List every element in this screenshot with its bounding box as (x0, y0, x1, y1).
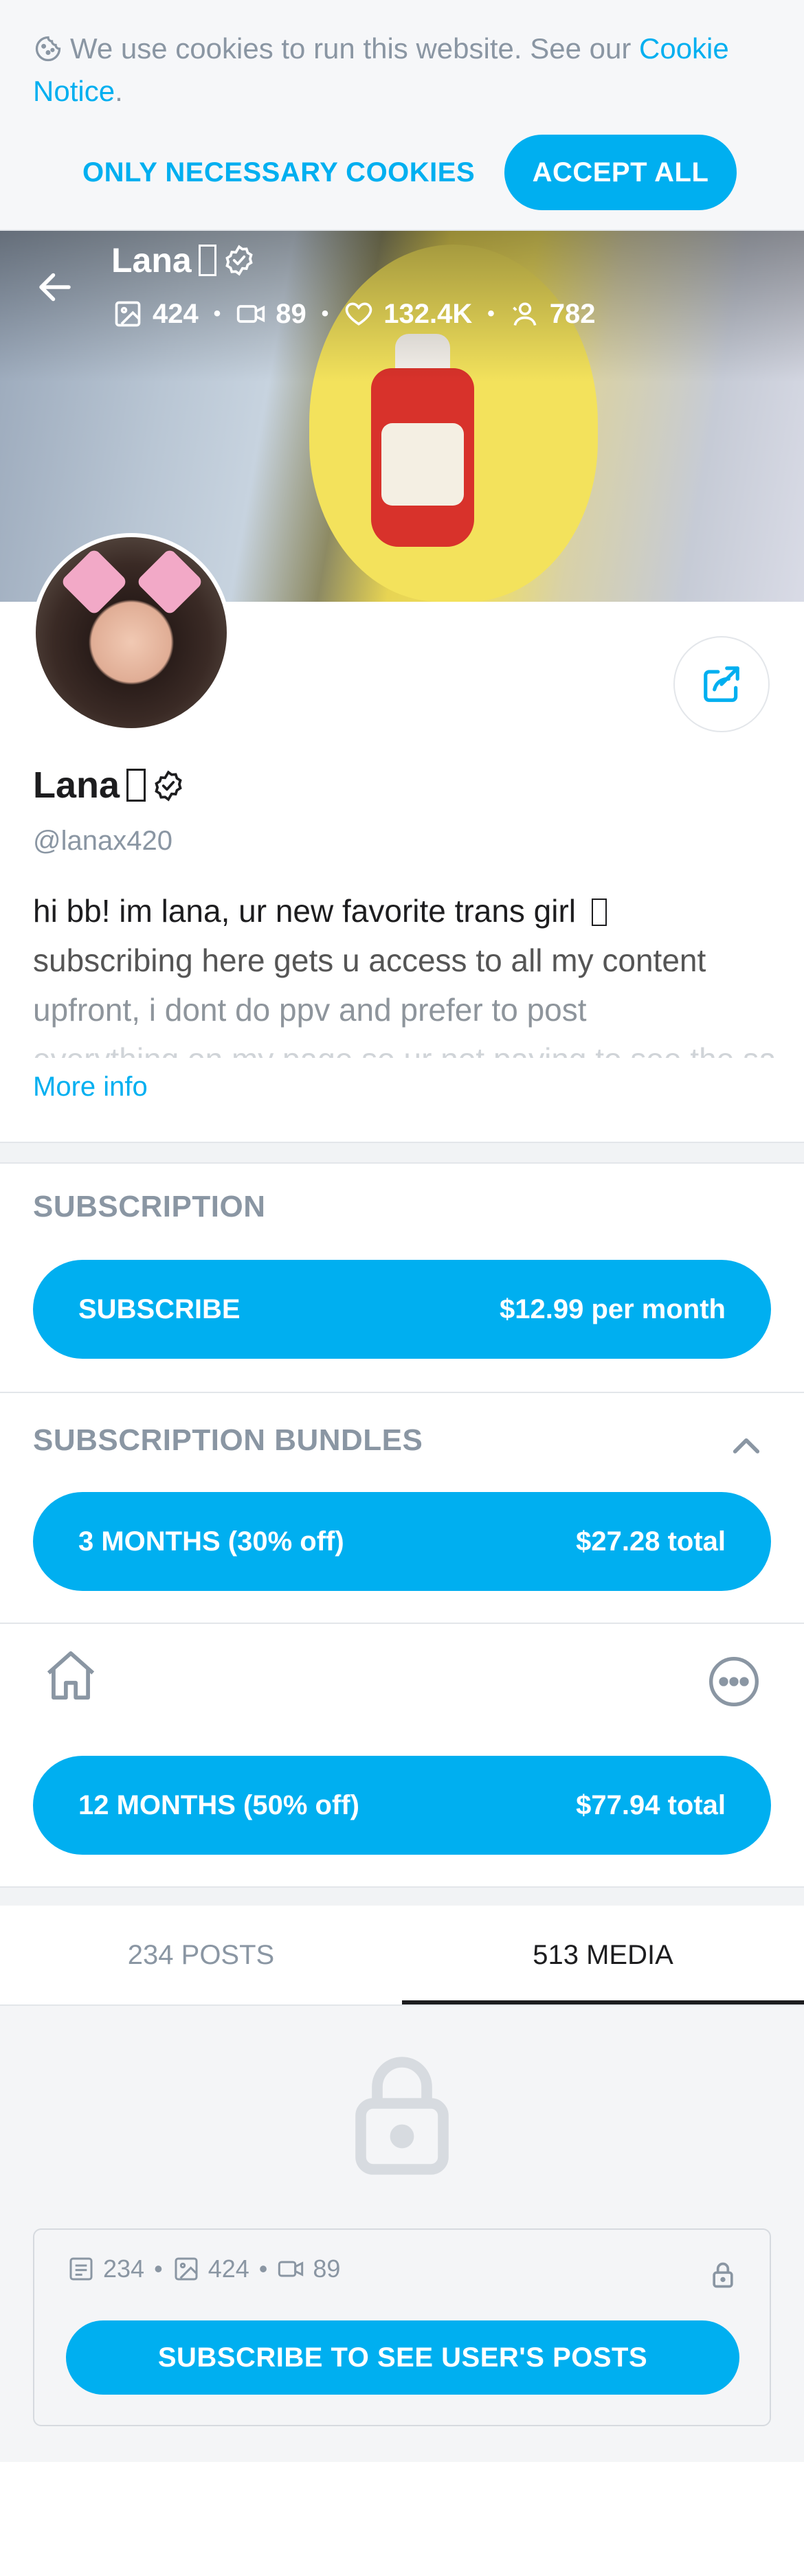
videos-stat: 89 (236, 299, 306, 330)
bio-line: hi bb! im lana, ur new favorite trans gi… (33, 886, 775, 936)
likes-stat: 132.4K (344, 299, 472, 330)
cookie-banner: We use cookies to run this website. See … (0, 0, 804, 231)
subscribers-stat: 782 (510, 299, 596, 330)
subscribe-label: SUBSCRIBE (78, 1293, 241, 1324)
bio-line: subscribing here gets u access to all my… (33, 942, 706, 978)
bundles-title: SUBSCRIPTION BUNDLES (33, 1423, 423, 1457)
bundle-label: 12 MONTHS (50% off) (78, 1789, 359, 1820)
profile-name: Lana (33, 764, 186, 806)
bio-line: upfront, i dont do ppv and prefer to pos… (33, 992, 587, 1028)
separator-dot: • (213, 302, 221, 325)
profile-bio: hi bb! im lana, ur new favorite trans gi… (33, 886, 775, 1058)
subscribers-count: 782 (549, 298, 596, 329)
video-icon (278, 2261, 304, 2277)
image-icon (175, 2257, 198, 2281)
profile-tabs: 234 POSTS 513 MEDIA (0, 1906, 804, 2004)
subscribe-button[interactable]: SUBSCRIBE $12.99 per month (33, 1260, 771, 1359)
locked-card-stats: 234 • 424 • 89 (67, 2252, 340, 2286)
small-lock-icon (713, 2262, 733, 2288)
chevron-up-icon[interactable] (727, 1427, 766, 1466)
image-icon (115, 301, 141, 327)
profile-name-text: Lana (33, 765, 120, 806)
images-count: 424 (208, 2255, 249, 2283)
accept-all-button[interactable]: ACCEPT ALL (504, 135, 737, 210)
posts-stat: 234 (67, 2255, 144, 2283)
separator-dot: • (487, 302, 495, 325)
section-gap (0, 1143, 804, 1162)
bio-line: everything on my page so ur not paying t… (33, 1035, 775, 1058)
cookie-text-suffix: . (115, 75, 123, 107)
more-info-link[interactable]: More info (33, 1072, 148, 1103)
subscribe-to-see-posts-button[interactable]: SUBSCRIBE TO SEE USER'S POSTS (66, 2320, 739, 2395)
separator-dot: • (154, 2255, 163, 2283)
verified-badge-icon (225, 245, 253, 276)
bundle-3-months-button[interactable]: 3 MONTHS (30% off) $27.28 total (33, 1492, 771, 1591)
videos-count: 89 (276, 298, 306, 329)
section-gap (0, 1888, 804, 1906)
separator-dot: • (258, 2255, 268, 2283)
heart-icon (346, 302, 372, 326)
separator-dot: • (321, 302, 329, 325)
share-icon (704, 666, 739, 702)
home-icon[interactable] (41, 1646, 100, 1705)
video-icon (237, 305, 265, 323)
images-stat: 424 (113, 299, 199, 330)
bundle-price: $27.28 total (576, 1526, 726, 1557)
cookie-icon (35, 36, 61, 62)
lock-icon (355, 2057, 449, 2175)
verified-badge-icon (155, 770, 182, 802)
cover-photo-detail (381, 423, 464, 506)
post-icon (69, 2257, 93, 2281)
divider (0, 1392, 804, 1393)
emoji-placeholder (591, 899, 607, 926)
posts-count: 234 (103, 2255, 145, 2283)
subscription-title: SUBSCRIPTION (33, 1190, 266, 1223)
avatar-detail (60, 547, 129, 616)
cookie-message: We use cookies to run this website. See … (33, 27, 768, 113)
bundle-12-months-button[interactable]: 12 MONTHS (50% off) $77.94 total (33, 1756, 771, 1855)
bundle-label: 3 MONTHS (30% off) (78, 1526, 344, 1557)
bundle-price: $77.94 total (576, 1789, 726, 1820)
avatar[interactable] (32, 533, 231, 732)
user-icon (512, 302, 537, 326)
emoji-placeholder (198, 245, 216, 276)
header-stats: 424 • 89 • 132.4K • 782 (113, 297, 596, 331)
images-count: 424 (153, 298, 199, 329)
emoji-placeholder (126, 769, 146, 802)
divider (0, 1162, 804, 1164)
tab-media[interactable]: 513 MEDIA (402, 1906, 804, 2004)
subscribe-price: $12.99 per month (499, 1293, 726, 1324)
locked-posts-card: 234 • 424 • 89 SUBSCRIBE TO SEE USER'S P… (33, 2228, 771, 2426)
tab-posts[interactable]: 234 POSTS (0, 1906, 402, 2004)
bio-line-text: hi bb! im lana, ur new favorite trans gi… (33, 893, 577, 929)
header-name-text: Lana (111, 241, 192, 280)
header-name: Lana (111, 240, 256, 280)
only-necessary-cookies-button[interactable]: ONLY NECESSARY COOKIES (82, 135, 475, 210)
profile-handle: @lanax420 (33, 826, 172, 856)
videos-stat: 89 (277, 2255, 340, 2283)
videos-count: 89 (313, 2255, 341, 2283)
likes-count: 132.4K (383, 298, 473, 329)
share-button[interactable] (673, 636, 770, 732)
divider (0, 1623, 804, 1624)
more-options-icon[interactable] (706, 1654, 761, 1709)
avatar-detail (135, 547, 204, 616)
arrow-left-icon[interactable] (34, 267, 76, 308)
cookie-text: We use cookies to run this website. See … (70, 32, 632, 65)
images-stat: 424 (172, 2255, 249, 2283)
